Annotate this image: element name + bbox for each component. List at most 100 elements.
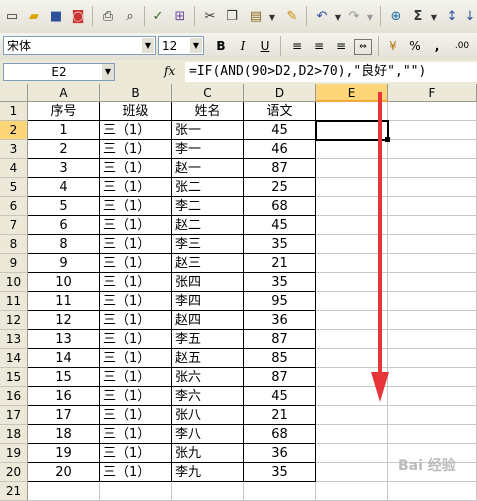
- insert-function-icon[interactable]: fx: [164, 64, 175, 78]
- data-cell-class[interactable]: 三（1）: [100, 463, 172, 482]
- data-cell-name[interactable]: 李二: [172, 197, 244, 216]
- open-folder-icon[interactable]: ▰: [26, 8, 42, 24]
- empty-cell[interactable]: [388, 349, 477, 368]
- italic-button[interactable]: I: [234, 37, 252, 55]
- column-header-a[interactable]: A: [28, 84, 100, 102]
- data-cell-seq[interactable]: 13: [28, 330, 100, 349]
- empty-cell[interactable]: [388, 368, 477, 387]
- data-cell-score[interactable]: 35: [244, 273, 316, 292]
- data-cell-score[interactable]: 85: [244, 349, 316, 368]
- chevron-down-icon[interactable]: ▼: [264, 9, 280, 25]
- data-cell-name[interactable]: 张一: [172, 121, 244, 140]
- undo-icon[interactable]: ↶: [314, 8, 330, 24]
- spelling-icon[interactable]: ✓: [150, 8, 166, 24]
- data-cell-name[interactable]: 李六: [172, 387, 244, 406]
- empty-cell[interactable]: [388, 311, 477, 330]
- format-painter-icon[interactable]: ✎: [284, 8, 300, 24]
- data-cell-score[interactable]: 87: [244, 159, 316, 178]
- data-cell-name[interactable]: 李一: [172, 140, 244, 159]
- row-header-4[interactable]: 4: [0, 159, 28, 178]
- redo-icon[interactable]: ↷: [346, 8, 362, 24]
- empty-cell[interactable]: [388, 387, 477, 406]
- merge-center-icon[interactable]: ⇔: [354, 39, 372, 55]
- data-cell-score[interactable]: 35: [244, 235, 316, 254]
- data-cell-seq[interactable]: 16: [28, 387, 100, 406]
- data-cell-name[interactable]: 赵二: [172, 216, 244, 235]
- empty-cell[interactable]: [388, 197, 477, 216]
- empty-cell[interactable]: [28, 482, 100, 501]
- empty-cell[interactable]: [388, 273, 477, 292]
- data-cell-name[interactable]: 赵一: [172, 159, 244, 178]
- data-cell-name[interactable]: 张九: [172, 444, 244, 463]
- data-cell-class[interactable]: 三（1）: [100, 349, 172, 368]
- research-icon[interactable]: ⊞: [172, 8, 188, 24]
- data-cell-class[interactable]: 三（1）: [100, 330, 172, 349]
- empty-cell[interactable]: [316, 463, 388, 482]
- data-cell-score[interactable]: 36: [244, 444, 316, 463]
- comma-button[interactable]: ,: [428, 37, 446, 55]
- data-cell-class[interactable]: 三（1）: [100, 425, 172, 444]
- chevron-down-icon[interactable]: ▼: [426, 9, 442, 25]
- row-header-6[interactable]: 6: [0, 197, 28, 216]
- data-cell-class[interactable]: 三（1）: [100, 121, 172, 140]
- row-header-3[interactable]: 3: [0, 140, 28, 159]
- data-cell-class[interactable]: 三（1）: [100, 273, 172, 292]
- data-cell-seq[interactable]: 12: [28, 311, 100, 330]
- data-cell-name[interactable]: 李九: [172, 463, 244, 482]
- autosum-icon[interactable]: Σ: [410, 8, 426, 24]
- data-cell-seq[interactable]: 14: [28, 349, 100, 368]
- data-cell-seq[interactable]: 2: [28, 140, 100, 159]
- data-cell-score[interactable]: 45: [244, 387, 316, 406]
- empty-cell[interactable]: [388, 292, 477, 311]
- data-cell-class[interactable]: 三（1）: [100, 311, 172, 330]
- data-cell-seq[interactable]: 1: [28, 121, 100, 140]
- data-cell-score[interactable]: 87: [244, 330, 316, 349]
- row-header-8[interactable]: 8: [0, 235, 28, 254]
- chevron-down-icon[interactable]: ▼: [102, 64, 114, 80]
- empty-cell[interactable]: [388, 178, 477, 197]
- header-cell-c[interactable]: 姓名: [172, 102, 244, 121]
- data-cell-name[interactable]: 张四: [172, 273, 244, 292]
- data-cell-seq[interactable]: 5: [28, 197, 100, 216]
- row-header-5[interactable]: 5: [0, 178, 28, 197]
- row-header-10[interactable]: 10: [0, 273, 28, 292]
- data-cell-class[interactable]: 三（1）: [100, 292, 172, 311]
- data-cell-class[interactable]: 三（1）: [100, 368, 172, 387]
- empty-cell[interactable]: [388, 140, 477, 159]
- empty-cell[interactable]: [388, 235, 477, 254]
- data-cell-score[interactable]: 21: [244, 406, 316, 425]
- row-header-1[interactable]: 1: [0, 102, 28, 121]
- column-header-d[interactable]: D: [244, 84, 316, 102]
- column-header-c[interactable]: C: [172, 84, 244, 102]
- chevron-down-icon[interactable]: ▼: [330, 9, 346, 25]
- data-cell-score[interactable]: 45: [244, 216, 316, 235]
- data-cell-seq[interactable]: 18: [28, 425, 100, 444]
- font-name-select[interactable]: 宋体 ▼: [3, 36, 156, 55]
- data-cell-class[interactable]: 三（1）: [100, 178, 172, 197]
- data-cell-name[interactable]: 张六: [172, 368, 244, 387]
- row-header-9[interactable]: 9: [0, 254, 28, 273]
- row-header-12[interactable]: 12: [0, 311, 28, 330]
- data-cell-name[interactable]: 张二: [172, 178, 244, 197]
- row-header-18[interactable]: 18: [0, 425, 28, 444]
- empty-cell[interactable]: [388, 121, 477, 140]
- print-preview-icon[interactable]: ⌕: [122, 8, 138, 24]
- align-left-icon[interactable]: ≡: [288, 37, 306, 55]
- data-cell-class[interactable]: 三（1）: [100, 406, 172, 425]
- empty-cell[interactable]: [316, 482, 388, 501]
- bold-button[interactable]: B: [212, 37, 230, 55]
- data-cell-class[interactable]: 三（1）: [100, 197, 172, 216]
- sort-descending-icon[interactable]: ↓: [462, 8, 477, 24]
- data-cell-score[interactable]: 35: [244, 463, 316, 482]
- percent-button[interactable]: %: [406, 37, 424, 55]
- row-header-14[interactable]: 14: [0, 349, 28, 368]
- data-cell-class[interactable]: 三（1）: [100, 140, 172, 159]
- empty-cell[interactable]: [244, 482, 316, 501]
- row-header-20[interactable]: 20: [0, 463, 28, 482]
- hyperlink-icon[interactable]: ⊕: [388, 8, 404, 24]
- row-header-21[interactable]: 21: [0, 482, 28, 501]
- header-cell-b[interactable]: 班级: [100, 102, 172, 121]
- data-cell-seq[interactable]: 17: [28, 406, 100, 425]
- empty-cell[interactable]: [172, 482, 244, 501]
- chevron-down-icon[interactable]: ▼: [362, 9, 378, 25]
